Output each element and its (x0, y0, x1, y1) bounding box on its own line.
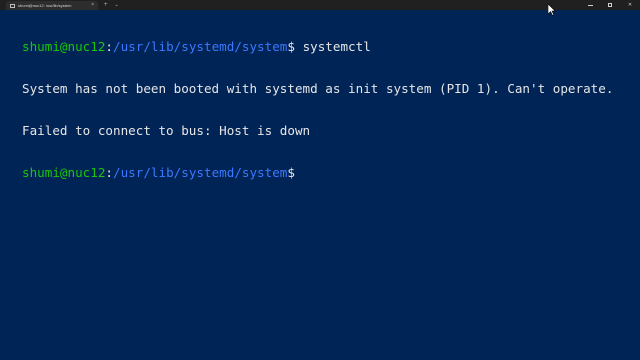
output-line: System has not been booted with systemd … (22, 81, 614, 96)
terminal-icon (10, 3, 15, 8)
close-icon: ✕ (627, 1, 633, 8)
command-text: systemctl (302, 39, 371, 54)
maximize-button[interactable] (600, 0, 620, 10)
prompt-path: /usr/lib/systemd/system (113, 39, 288, 54)
close-button[interactable]: ✕ (620, 0, 640, 10)
tab-title: shumi@nuc12: /usr/lib/system (18, 3, 72, 8)
new-tab-button[interactable]: + (104, 1, 108, 10)
prompt-path: /usr/lib/systemd/system (113, 165, 288, 180)
minimize-button[interactable] (580, 0, 600, 10)
output-line: Failed to connect to bus: Host is down (22, 123, 311, 138)
minimize-icon (587, 4, 593, 6)
title-bar: shumi@nuc12: /usr/lib/system × + ⌄ ✕ (0, 0, 640, 10)
prompt-separator: : (105, 165, 113, 180)
prompt-symbol: $ (287, 165, 303, 180)
prompt-symbol: $ (287, 39, 303, 54)
tab-close-icon[interactable]: × (91, 3, 94, 8)
window-controls: ✕ (580, 0, 640, 10)
prompt-separator: : (105, 39, 113, 54)
chevron-down-icon[interactable]: ⌄ (115, 1, 119, 10)
maximize-icon (608, 3, 612, 7)
text-cursor (303, 167, 310, 179)
prompt-line: shumi@nuc12:/usr/lib/systemd/system$ (22, 166, 632, 180)
prompt-user-host: shumi@nuc12 (22, 39, 106, 54)
prompt-line: shumi@nuc12:/usr/lib/systemd/system$ sys… (22, 40, 632, 54)
mouse-pointer-icon (548, 4, 556, 16)
terminal-output[interactable]: shumi@nuc12:/usr/lib/systemd/system$ sys… (22, 12, 632, 208)
tab-shumi-nuc12[interactable]: shumi@nuc12: /usr/lib/system × (6, 1, 98, 10)
terminal-window: shumi@nuc12: /usr/lib/system × + ⌄ ✕ shu… (0, 0, 640, 360)
prompt-user-host: shumi@nuc12 (22, 165, 106, 180)
